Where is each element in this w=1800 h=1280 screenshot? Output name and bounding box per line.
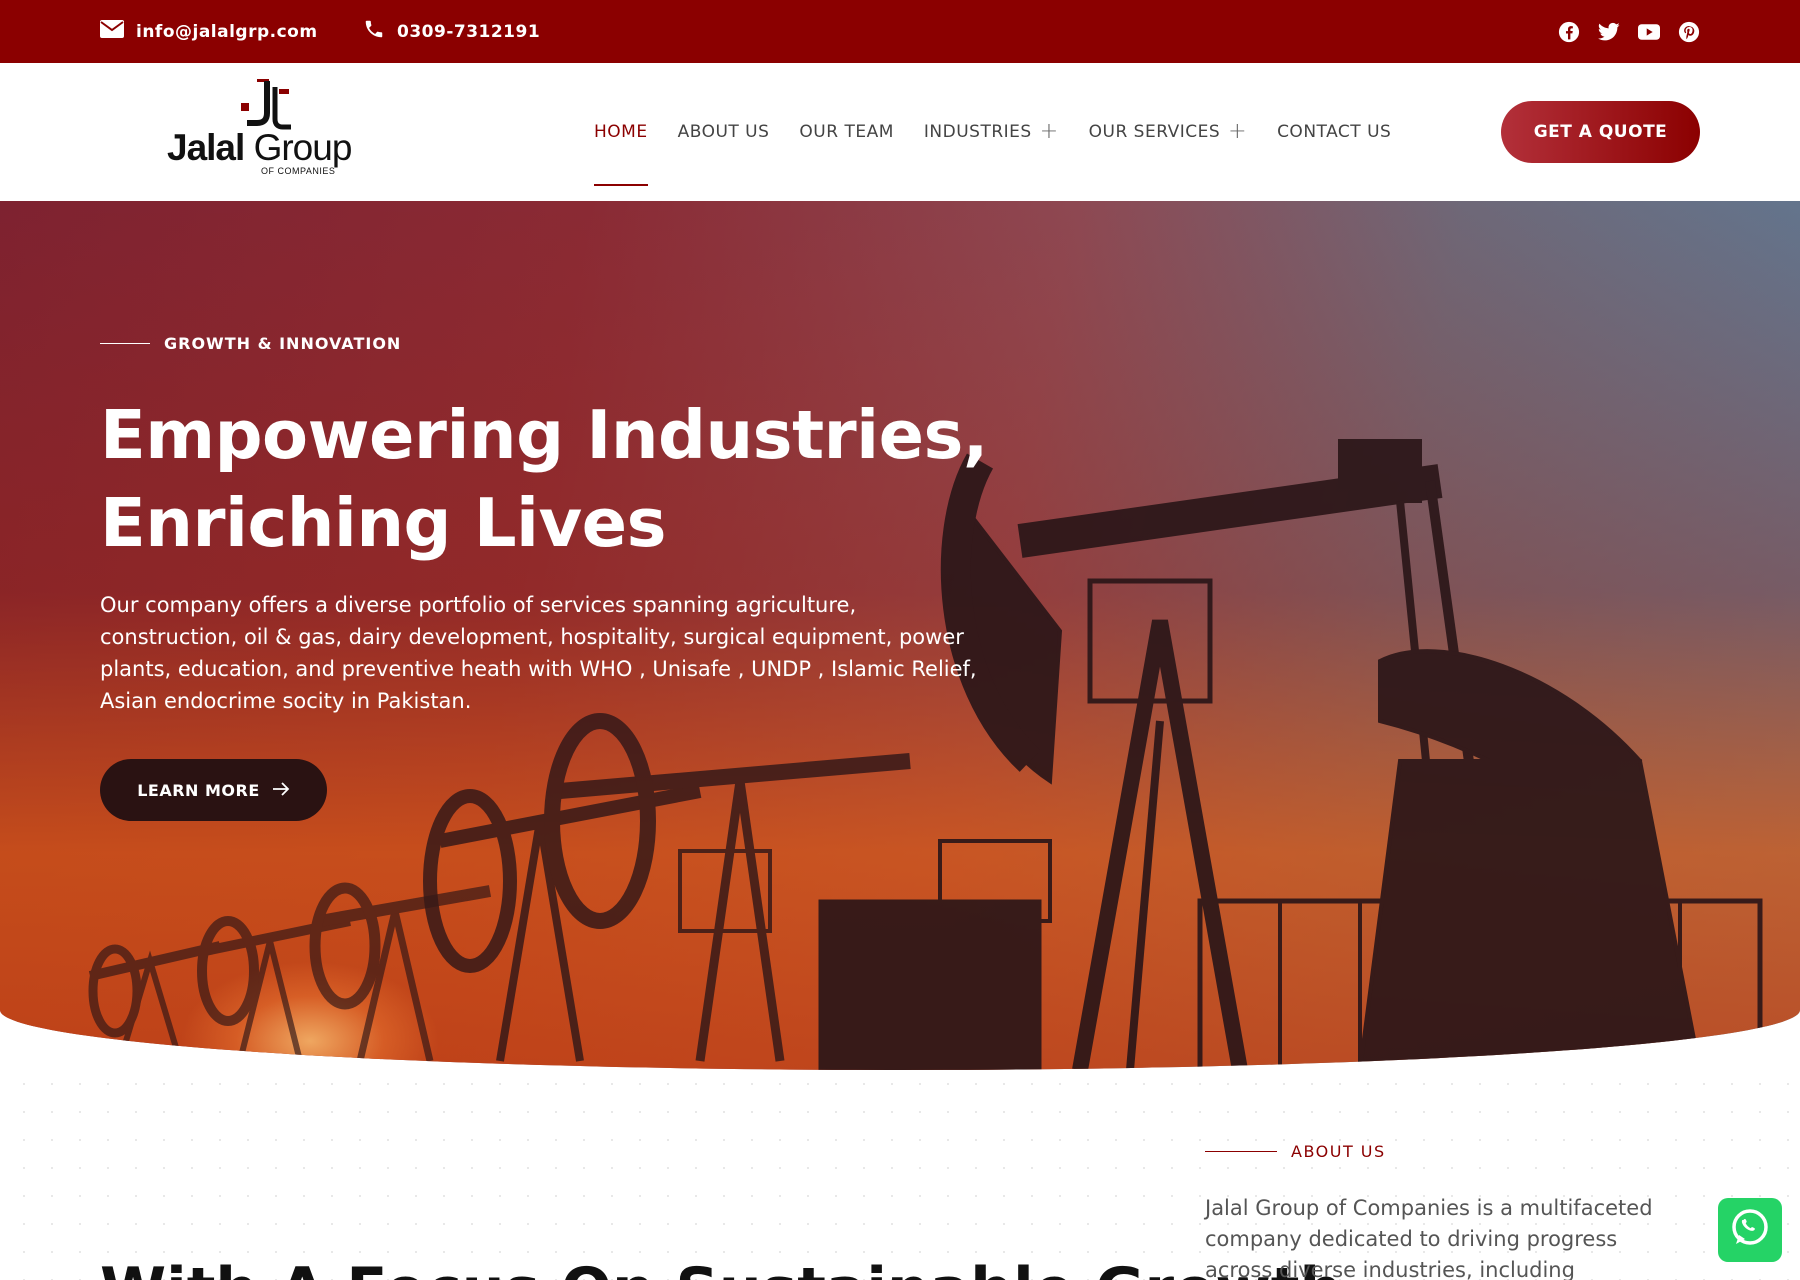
logo[interactable]: Jalal Group OF COMPANIES <box>165 79 365 179</box>
nav-home[interactable]: HOME <box>594 63 648 201</box>
main-nav: HOME ABOUT US OUR TEAM INDUSTRIES + OUR S… <box>594 63 1421 201</box>
hero-title-line1: Empowering Industries, <box>100 396 988 474</box>
get-quote-button[interactable]: GET A QUOTE <box>1501 101 1700 163</box>
pinterest-icon[interactable] <box>1678 21 1700 43</box>
learn-more-label: LEARN MORE <box>137 780 260 800</box>
hero-title: Empowering Industries, Enriching Lives <box>100 391 1000 567</box>
hero-description: Our company offers a diverse portfolio o… <box>100 593 977 713</box>
nav-our-services[interactable]: OUR SERVICES + <box>1089 63 1247 201</box>
nav-our-team[interactable]: OUR TEAM <box>799 63 893 201</box>
about-eyebrow-text: ABOUT US <box>1291 1142 1386 1161</box>
about-text: Jalal Group of Companies is a multifacet… <box>1205 1196 1653 1280</box>
twitter-icon[interactable] <box>1598 21 1620 43</box>
hero-eyebrow: GROWTH & INNOVATION <box>100 334 401 353</box>
arrow-right-icon <box>272 781 290 800</box>
hero-eyebrow-text: GROWTH & INNOVATION <box>164 334 402 353</box>
phone-text: 0309-7312191 <box>397 21 541 42</box>
whatsapp-icon <box>1728 1206 1772 1254</box>
plus-icon: + <box>1039 119 1059 144</box>
plus-icon: + <box>1228 119 1248 144</box>
about-heading: With A Focus On Sustainable Growth <box>100 1255 1342 1280</box>
whatsapp-chat-button[interactable] <box>1718 1198 1782 1262</box>
logo-mark-icon <box>241 79 291 130</box>
hero-title-line2: Enriching Lives <box>100 484 667 562</box>
phone-link[interactable]: 0309-7312191 <box>363 0 540 63</box>
about-section: With A Focus On Sustainable Growth ABOUT… <box>0 1070 1800 1280</box>
logo-subtitle: OF COMPANIES <box>261 166 336 176</box>
email-link[interactable]: info@jalalgrp.com <box>100 0 318 63</box>
youtube-icon[interactable] <box>1638 21 1660 43</box>
social-links <box>1558 0 1700 63</box>
hero-section: GROWTH & INNOVATION Empowering Industrie… <box>0 201 1800 1070</box>
email-text: info@jalalgrp.com <box>136 21 318 42</box>
nav-about-us[interactable]: ABOUT US <box>678 63 770 201</box>
nav-industries[interactable]: INDUSTRIES + <box>924 63 1059 201</box>
main-header: Jalal Group OF COMPANIES HOME ABOUT US O… <box>0 63 1800 201</box>
learn-more-button[interactable]: LEARN MORE <box>100 759 327 821</box>
facebook-icon[interactable] <box>1558 21 1580 43</box>
logo-wordmark: Jalal Group <box>167 127 352 168</box>
eyebrow-line <box>1205 1151 1277 1152</box>
about-eyebrow: ABOUT US <box>1205 1142 1386 1161</box>
nav-contact-us[interactable]: CONTACT US <box>1277 63 1391 201</box>
phone-icon <box>363 18 385 45</box>
top-bar: info@jalalgrp.com 0309-7312191 <box>0 0 1800 63</box>
envelope-icon <box>100 20 124 43</box>
eyebrow-line <box>100 343 150 344</box>
